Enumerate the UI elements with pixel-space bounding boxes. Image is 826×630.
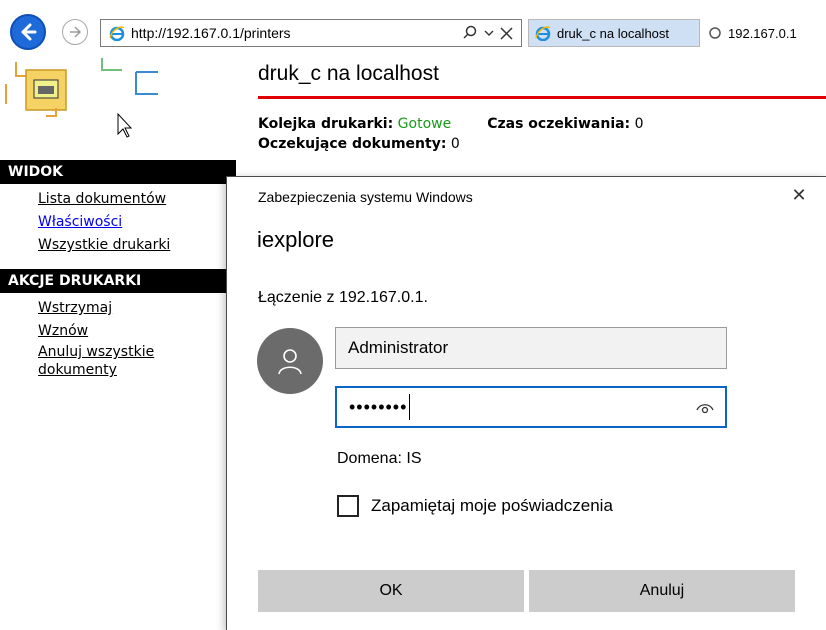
arrow-right-icon [70,26,82,38]
dropdown-arrow-icon[interactable] [484,28,494,38]
sidebar-item-pause[interactable]: Wstrzymaj [38,297,236,320]
ie-logo-icon [535,26,551,41]
close-icon[interactable] [500,26,513,40]
actions-list: Wstrzymaj Wznów Anuluj wszystkie dokumen… [0,293,236,385]
sidebar: WIDOK Lista dokumentów Właściwości Wszys… [0,160,236,385]
pending-label: Oczekujące dokumenty: [258,136,447,152]
user-avatar-icon [257,328,323,394]
printer-status: Kolejka drukarki: Gotowe Czas oczekiwani… [258,114,644,154]
queue-label: Kolejka drukarki: [258,116,394,132]
browser-chrome: http://192.167.0.1/printers druk_c na lo… [0,0,826,56]
sidebar-header-actions: AKCJE DRUKARKI [0,269,236,293]
dialog-app-name: iexplore [257,227,335,252]
sidebar-item-all-printers[interactable]: Wszystkie drukarki [38,234,236,257]
sidebar-header-view: WIDOK [0,160,236,184]
reveal-password-icon[interactable] [695,398,715,418]
wait-label: Czas oczekiwania: [487,116,631,132]
credentials-dialog: Zabezpieczenia systemu Windows ✕ iexplor… [226,176,826,630]
sidebar-item-properties[interactable]: Właściwości [38,211,236,234]
username-field[interactable]: Administrator [335,327,727,369]
connecting-text: Łączenie z 192.167.0.1. [258,289,428,306]
cancel-button[interactable]: Anuluj [529,570,795,612]
pending-value: 0 [450,136,460,152]
loading-spinner-icon [709,27,721,39]
search-icon[interactable] [462,25,478,41]
username-value: Administrator [348,338,449,357]
password-field[interactable]: •••••••• [335,386,727,428]
domain-text: Domena: IS [337,450,422,467]
sidebar-item-cancel-all[interactable]: Anuluj wszystkie dokumenty [38,343,188,379]
title-rule [258,96,826,99]
queue-status: Gotowe [397,116,452,132]
sidebar-item-document-list[interactable]: Lista dokumentów [38,188,236,211]
dialog-caption: Zabezpieczenia systemu Windows [258,189,473,205]
page-title: druk_c na localhost [258,62,439,85]
ok-button[interactable]: OK [258,570,524,612]
remember-checkbox[interactable] [337,495,359,517]
tab-druk-c[interactable]: druk_c na localhost [528,19,700,47]
tab-label: 192.167.0.1 [728,25,797,41]
tab-label: druk_c na localhost [557,25,670,41]
ie-logo-icon [109,26,125,41]
url-text[interactable]: http://192.167.0.1/printers [131,25,462,41]
arrow-left-icon [21,23,37,41]
remember-credentials[interactable]: Zapamiętaj moje poświadczenia [337,495,613,517]
view-list: Lista dokumentów Właściwości Wszystkie d… [0,184,236,263]
printer-logo [0,56,236,160]
password-value: •••••••• [349,396,408,417]
sidebar-item-resume[interactable]: Wznów [38,320,236,343]
wait-value: 0 [634,116,644,132]
text-caret [409,394,411,420]
printer-folder-icon [5,58,158,138]
address-bar[interactable]: http://192.167.0.1/printers [100,19,522,47]
forward-button[interactable] [62,19,88,45]
close-icon[interactable]: ✕ [787,183,811,207]
remember-label: Zapamiętaj moje poświadczenia [371,496,613,515]
tab-loading[interactable]: 192.167.0.1 [702,19,822,47]
back-button[interactable] [10,14,46,50]
